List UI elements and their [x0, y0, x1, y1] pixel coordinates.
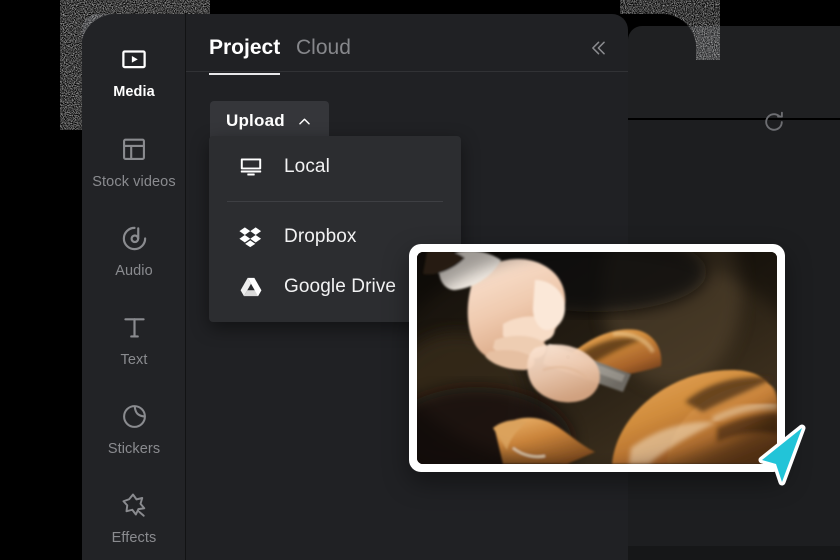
- media-thumbnail-image: [417, 252, 777, 464]
- music-note-circle-icon: [82, 219, 186, 257]
- refresh-icon[interactable]: [761, 109, 787, 135]
- sidebar-item-label: Effects: [111, 530, 157, 546]
- text-t-icon: [82, 308, 186, 346]
- google-drive-icon: [238, 274, 264, 300]
- sidebar-item-stickers[interactable]: Stickers: [82, 397, 186, 458]
- tab-project[interactable]: Project: [209, 36, 281, 75]
- tool-rail: Media Stock videos Audio Text Stickers E…: [82, 14, 186, 560]
- sidebar-item-label: Stickers: [107, 441, 161, 457]
- sidebar-item-label: Text: [120, 352, 148, 368]
- upload-button[interactable]: Upload: [210, 101, 329, 141]
- app-root: Media Stock videos Audio Text Stickers E…: [0, 0, 840, 560]
- chevron-double-left-icon[interactable]: [584, 34, 612, 62]
- sidebar-item-media[interactable]: Media: [82, 40, 186, 101]
- sidebar-item-effects[interactable]: Effects: [82, 486, 186, 547]
- media-panel-tabbar: Project Cloud: [186, 14, 628, 75]
- chevron-up-icon: [296, 113, 313, 130]
- upload-button-label: Upload: [226, 111, 285, 130]
- editor-preview-pane: [628, 26, 840, 118]
- menu-item-local[interactable]: Local: [209, 142, 461, 192]
- dropbox-icon: [238, 224, 264, 250]
- media-play-rect-icon: [82, 40, 186, 78]
- layout-grid-icon: [82, 130, 186, 168]
- editor-timeline-bar: [628, 546, 840, 560]
- monitor-icon: [238, 154, 264, 180]
- menu-item-label: Dropbox: [284, 226, 357, 247]
- sidebar-item-label: Media: [113, 84, 155, 100]
- tab-cloud[interactable]: Cloud: [296, 36, 351, 74]
- star-sparkle-icon: [82, 486, 186, 524]
- sidebar-item-label: Audio: [115, 263, 153, 279]
- menu-divider: [227, 201, 443, 202]
- sidebar-item-audio[interactable]: Audio: [82, 219, 186, 280]
- sidebar-item-stock-videos[interactable]: Stock videos: [82, 130, 186, 191]
- menu-item-label: Google Drive: [284, 276, 397, 297]
- sidebar-item-text[interactable]: Text: [82, 308, 186, 369]
- sidebar-item-label: Stock videos: [92, 174, 176, 190]
- media-thumbnail-card[interactable]: [409, 244, 785, 472]
- sticker-circle-icon: [82, 397, 186, 435]
- menu-item-label: Local: [284, 156, 330, 177]
